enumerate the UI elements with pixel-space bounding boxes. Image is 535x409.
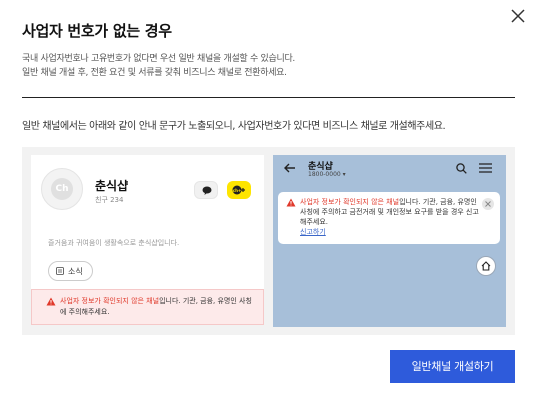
card-warning-banner: 사업자 정보가 확인되지 않은 채널입니다. 기관, 금융, 유명인 사칭에 주… — [31, 289, 264, 325]
description-line-1: 국내 사업자번호나 고유번호가 없다면 우선 일반 채널을 개설할 수 있습니다… — [22, 54, 295, 64]
profile-card-preview: Ch 춘식샵 친구 234 ch+ 즐거움과 귀여움이 생활속으로 춘식샵입니다… — [31, 155, 264, 325]
channel-add-icon: ch+ — [232, 185, 245, 195]
channel-add-label: ch+ — [233, 188, 242, 193]
home-button[interactable] — [476, 256, 496, 276]
card-warning-text: 사업자 정보가 확인되지 않은 채널입니다. 기관, 금융, 유명인 사칭에 주… — [60, 296, 255, 318]
preview-panel: Ch 춘식샵 친구 234 ch+ 즐거움과 귀여움이 생활속으로 춘식샵입니다… — [22, 147, 515, 335]
news-button-label: 소식 — [68, 266, 83, 276]
back-arrow-icon[interactable] — [284, 163, 296, 173]
open-general-channel-button[interactable]: 일반채널 개설하기 — [390, 350, 515, 383]
menu-icon[interactable] — [479, 163, 492, 173]
chat-warning-text: 사업자 정보가 확인되지 않은 채널입니다. 기관, 금융, 유명인 사칭에 주… — [300, 197, 480, 237]
chat-warning-highlight: 사업자 정보가 확인되지 않은 채널 — [300, 198, 400, 206]
friend-count: 친구 234 — [95, 196, 124, 204]
chat-room-preview: 춘식샵 1800-0000 ▾ 사업자 정보가 확인되지 않은 채널입니다. 기… — [273, 155, 506, 327]
chat-bubble-icon — [202, 186, 212, 195]
dialog-title: 사업자 번호가 없는 경우 — [22, 22, 172, 40]
notice-close-button[interactable] — [482, 198, 494, 210]
chat-channel-number: 1800-0000 ▾ — [308, 171, 346, 178]
search-icon[interactable] — [456, 163, 467, 174]
chat-warning-notice: 사업자 정보가 확인되지 않은 채널입니다. 기관, 금융, 유명인 사칭에 주… — [278, 192, 500, 244]
home-icon — [481, 261, 491, 271]
chat-header: 춘식샵 1800-0000 ▾ — [273, 155, 506, 181]
avatar: Ch — [41, 168, 83, 210]
channel-add-button[interactable]: ch+ — [227, 181, 251, 199]
warning-icon — [46, 297, 56, 306]
close-icon — [485, 201, 491, 207]
document-icon — [56, 267, 64, 275]
notice-text: 일반 채널에서는 아래와 같이 안내 문구가 노출되오니, 사업자번호가 있다면… — [22, 121, 446, 132]
close-icon — [511, 9, 525, 23]
description-line-2: 일반 채널 개설 후, 전환 요건 및 서류를 갖춰 비즈니스 채널로 전환하세… — [22, 68, 287, 78]
divider — [22, 97, 515, 98]
channel-description: 즐거움과 귀여움이 생활속으로 춘식샵입니다. — [48, 239, 180, 247]
card-warning-highlight: 사업자 정보가 확인되지 않은 채널 — [60, 297, 160, 305]
report-link[interactable]: 신고하기 — [300, 228, 326, 236]
chat-button[interactable] — [194, 181, 218, 199]
channel-name: 춘식샵 — [95, 179, 129, 193]
channel-dialog: 사업자 번호가 없는 경우 국내 사업자번호나 고유번호가 없다면 우선 일반 … — [0, 0, 535, 409]
close-button[interactable] — [508, 6, 528, 26]
news-button[interactable]: 소식 — [48, 261, 93, 281]
warning-icon — [286, 198, 296, 207]
dialog-description: 국내 사업자번호나 고유번호가 없다면 우선 일반 채널을 개설할 수 있습니다… — [22, 52, 295, 80]
avatar-label: Ch — [51, 178, 73, 200]
